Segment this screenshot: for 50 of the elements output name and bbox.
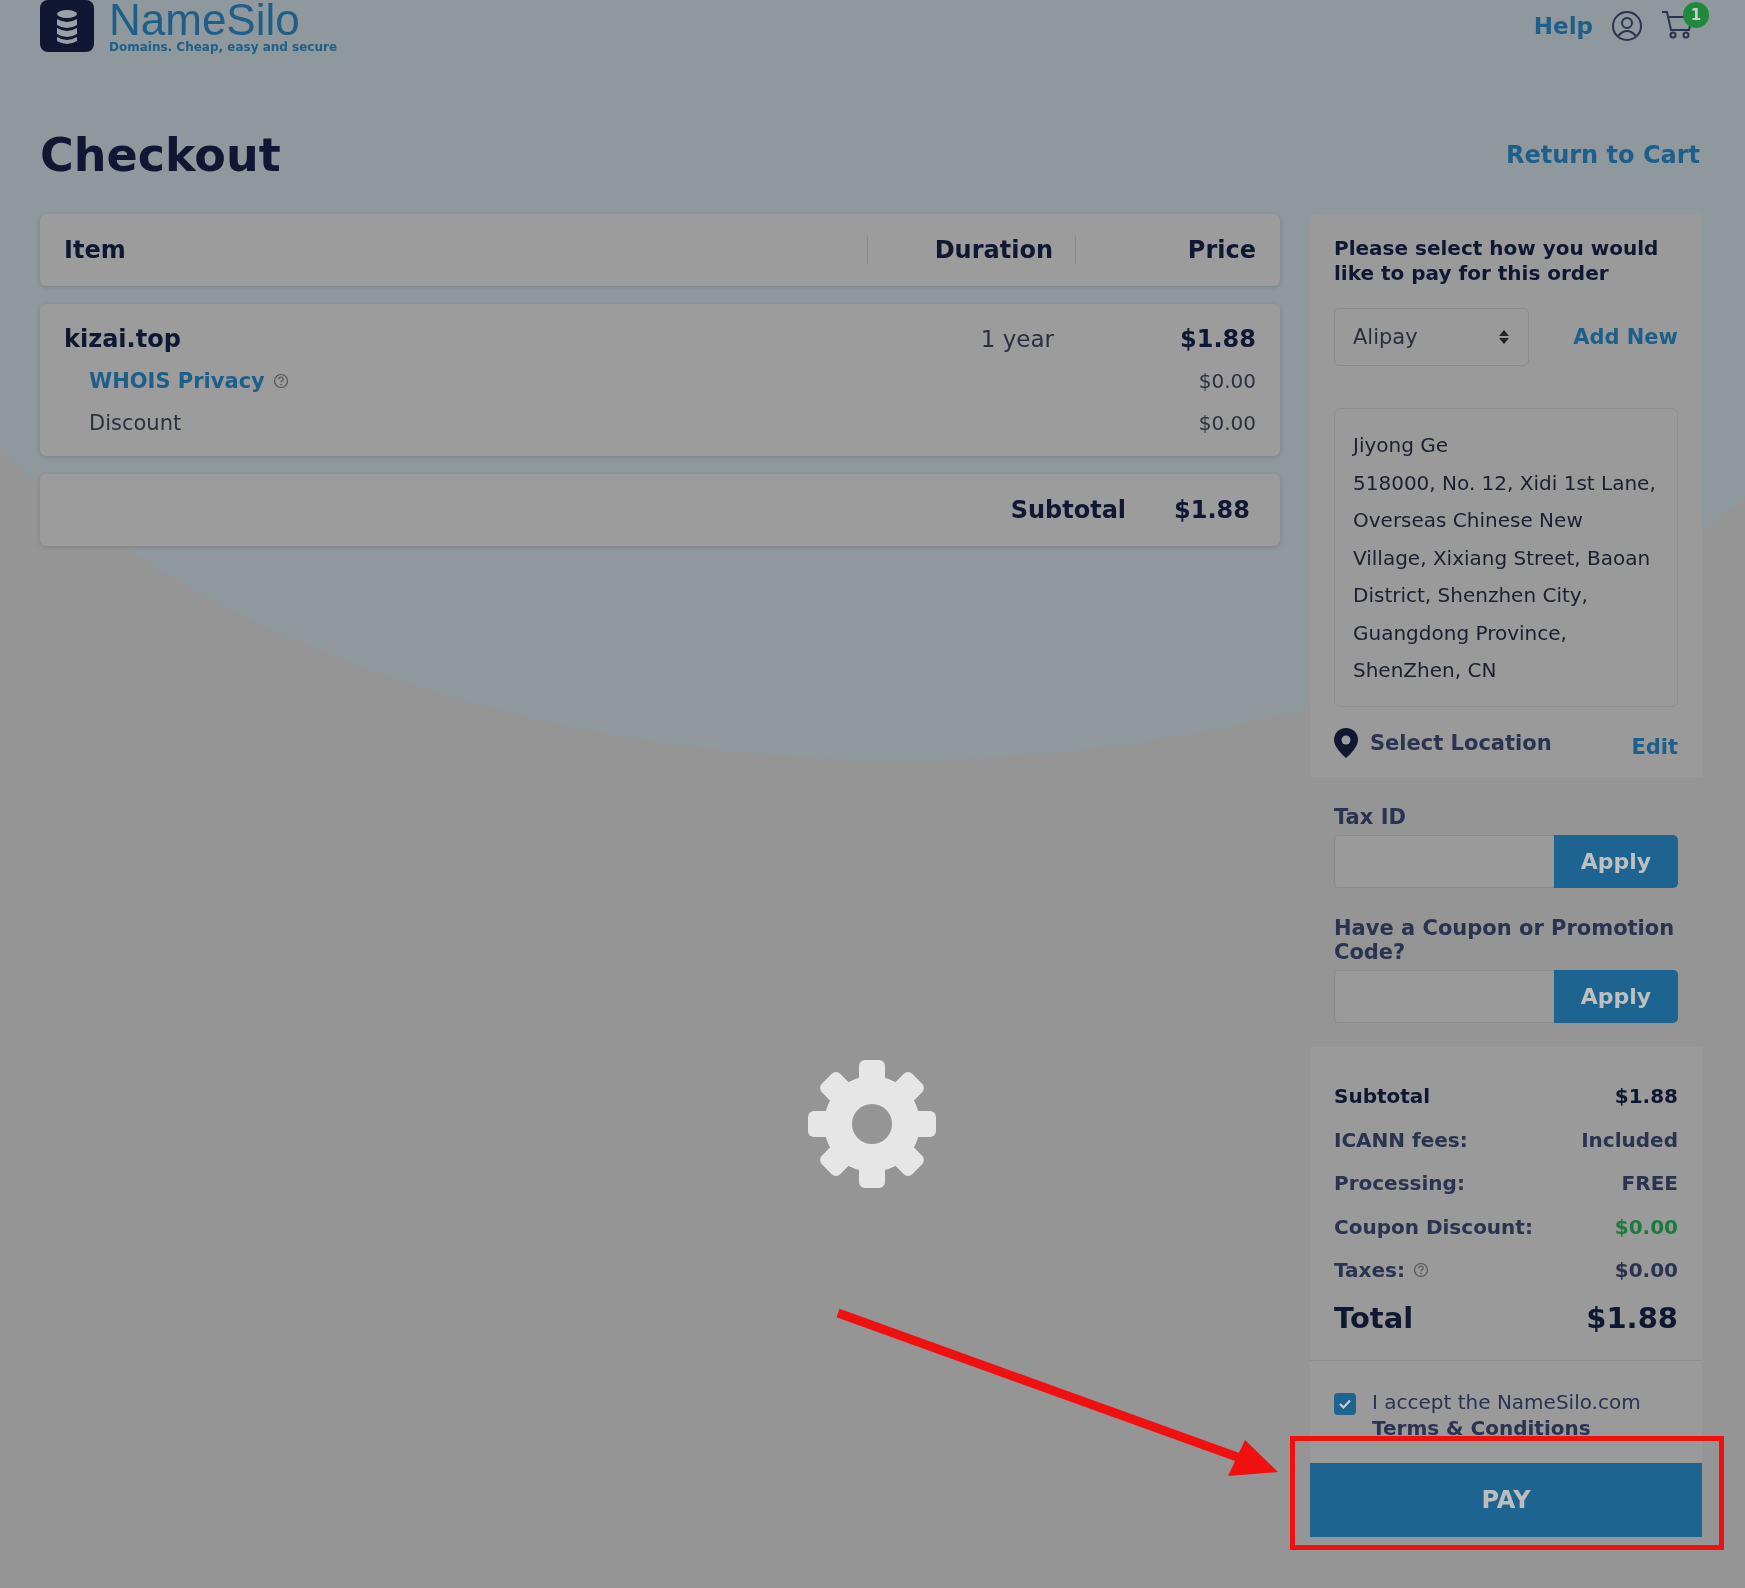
tax-id-label: Tax ID (1334, 804, 1407, 829)
column-header: Item (64, 236, 127, 264)
summary-value: $0.00 (1614, 1214, 1678, 1239)
domain-name: kizai.top (64, 325, 182, 353)
edit-link[interactable]: Edit (1631, 734, 1678, 759)
summary-label: Processing: (1334, 1171, 1465, 1196)
add-new-link[interactable]: Add New (1573, 325, 1678, 349)
apply-button[interactable]: Apply (1554, 834, 1678, 888)
help-icon[interactable] (1412, 1262, 1429, 1279)
addon-link[interactable]: WHOIS Privacy (89, 369, 265, 393)
summary-label: Coupon Discount: (1334, 1214, 1533, 1239)
duration-cell-text: 1 year (979, 326, 1055, 352)
summary-label: Subtotal (1334, 1084, 1431, 1109)
address-text: Jiyong Ge (1353, 432, 1450, 459)
pay-button[interactable]: PAY (1310, 1463, 1702, 1537)
logo-tagline: Domains. Cheap, easy and secure (109, 40, 338, 55)
subtotal-value: $1.88 (1174, 496, 1250, 524)
user-account-icon[interactable] (1611, 10, 1643, 42)
apply-button[interactable]: Apply (1554, 969, 1678, 1023)
summary-label: ICANN fees: (1334, 1127, 1468, 1152)
column-header: Duration (867, 236, 1075, 264)
summary-label: Taxes: (1334, 1258, 1405, 1283)
terms-text: I accept the NameSilo.com (1372, 1389, 1641, 1415)
terms-checkbox[interactable] (1334, 1393, 1356, 1415)
column-header: Price (1075, 236, 1256, 264)
line-label: Discount (88, 411, 183, 435)
return-to-cart-link[interactable]: Return to Cart (1505, 141, 1700, 169)
select-location-label: Select Location (1370, 730, 1553, 755)
terms-link[interactable]: Terms & Conditions (1372, 1415, 1641, 1441)
price-cell-text: $1.88 (1179, 325, 1256, 353)
payment-method-select[interactable]: Alipay (1334, 308, 1529, 366)
help-icon[interactable] (272, 373, 289, 389)
subtotal-label: Subtotal (1010, 496, 1127, 524)
summary-label: Total (1334, 1301, 1414, 1335)
help-link[interactable]: Help (1533, 13, 1593, 39)
location-pin-icon (1334, 727, 1358, 758)
price-cell-text: $0.00 (1197, 369, 1256, 393)
page-title: Checkout (40, 128, 281, 182)
price-cell-text: $0.00 (1197, 411, 1256, 435)
coupon-label: Have a Coupon or Promotion Code? (1334, 915, 1676, 964)
coupon-code-input[interactable] (1334, 969, 1554, 1023)
payment-heading: Please select how you would like to pay for this order (1334, 236, 1660, 286)
tax-id-input[interactable] (1334, 834, 1554, 888)
summary-value: $0.00 (1614, 1258, 1678, 1283)
summary-value: FREE (1621, 1171, 1678, 1196)
address-text: 518000, No. 12, Xidi 1st Lane, Overseas Chinese New Village, Xixiang Street, Baoan District, Shenzhen City, Guangdong Province, ShenZhen, CN (1353, 469, 1657, 684)
summary-value: $1.88 (1614, 1084, 1678, 1109)
summary-value: Included (1581, 1127, 1678, 1152)
select-arrows-icon (1498, 329, 1510, 345)
summary-value: $1.88 (1586, 1301, 1678, 1335)
